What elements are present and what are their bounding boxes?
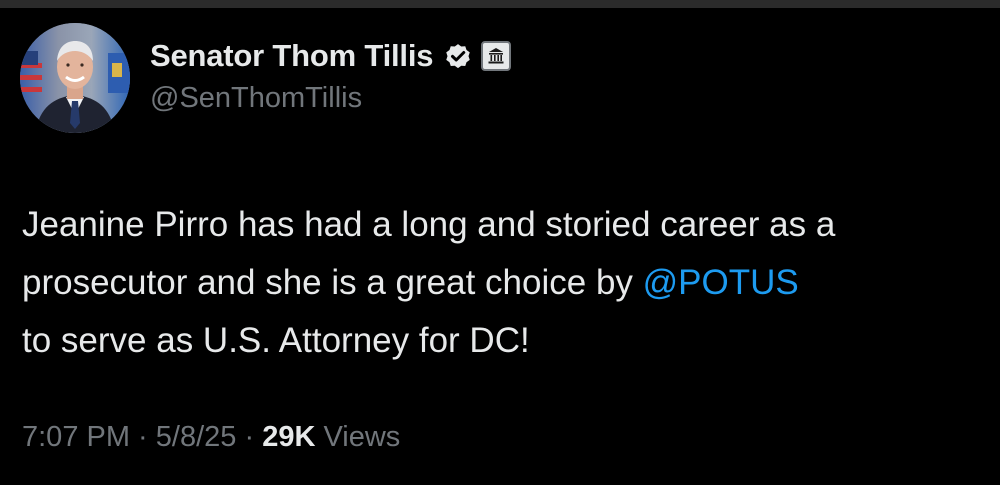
tweet-card: Senator Thom Tillis @SenThomTillis Jeani… — [0, 0, 1000, 485]
mention-link[interactable]: @POTUS — [643, 263, 799, 302]
tweet-text-line-2-text: prosecutor and she is a great choice by — [22, 263, 643, 302]
tweet-time[interactable]: 7:07 PM — [22, 421, 130, 453]
meta-separator-2: · — [236, 421, 263, 453]
author-name-row: Senator Thom Tillis — [150, 34, 512, 78]
tweet-text-line-1: Jeanine Pirro has had a long and storied… — [22, 205, 836, 244]
meta-separator-1: · — [130, 421, 156, 453]
tweet-text-line-3: to serve as U.S. Attorney for DC! — [22, 321, 530, 360]
author-display-name[interactable]: Senator Thom Tillis — [150, 38, 433, 74]
author-handle[interactable]: @SenThomTillis — [150, 82, 362, 115]
tweet-text-line-2: prosecutor and she is a great choice by … — [22, 254, 992, 312]
avatar[interactable] — [20, 23, 130, 133]
verified-badge-icon[interactable] — [443, 41, 473, 71]
tweet-body: Jeanine Pirro has had a long and storied… — [22, 196, 992, 370]
profile-photo-icon — [20, 23, 130, 133]
tweet-date[interactable]: 5/8/25 — [156, 421, 237, 453]
views-label: Views — [315, 421, 401, 453]
government-building-icon[interactable] — [481, 41, 512, 71]
tweet-meta-row: 7:07 PM · 5/8/25 · 29K Views — [22, 421, 400, 454]
views-count[interactable]: 29K — [262, 421, 315, 453]
